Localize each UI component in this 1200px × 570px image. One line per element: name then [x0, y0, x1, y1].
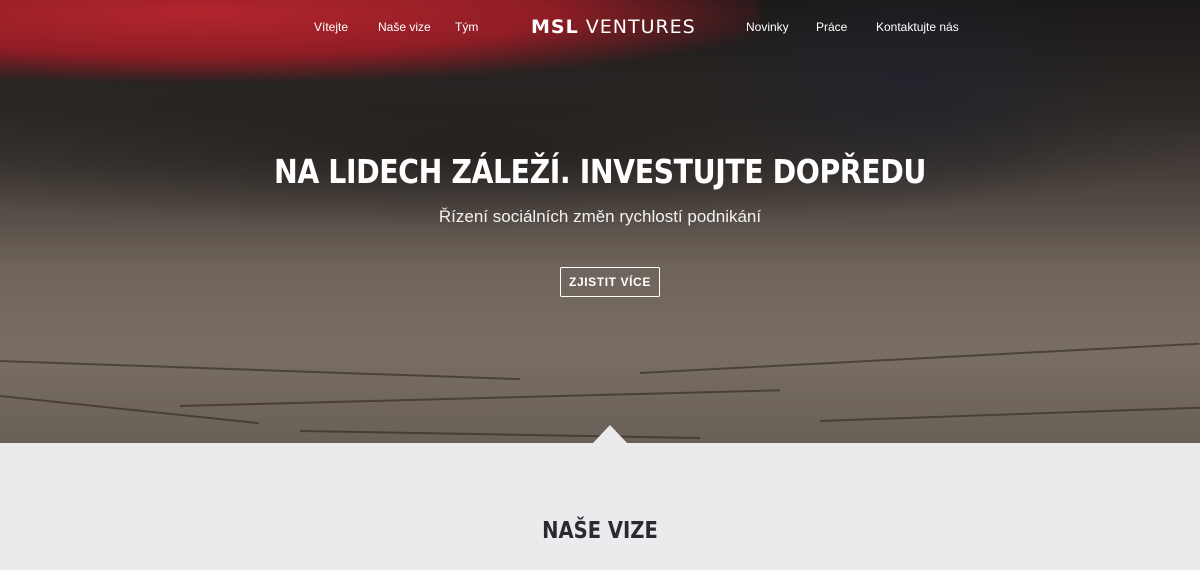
hero-subtitle: Řízení sociálních změn rychlostí podniká…	[438, 207, 762, 226]
nav-link-vitejte[interactable]: Vítejte	[314, 20, 348, 34]
pavement-crack	[299, 430, 700, 439]
nav-link-prace[interactable]: Práce	[816, 20, 847, 34]
pavement-crack	[0, 360, 520, 381]
pavement-crack	[819, 406, 1200, 422]
pavement-crack	[0, 395, 259, 425]
pavement-crack	[179, 389, 780, 407]
brand-logo[interactable]: MSL VENTURES	[531, 16, 695, 40]
hero-title: NA LIDECH ZÁLEŽÍ. INVESTUJTE DOPŘEDU	[273, 152, 926, 191]
section-pointer-arrow	[593, 425, 627, 443]
nav-link-novinky[interactable]: Novinky	[746, 20, 789, 34]
hero-background-red-train	[0, 0, 760, 80]
pavement-crack	[639, 342, 1200, 374]
nav-link-nase-vize[interactable]: Naše vize	[378, 20, 431, 34]
learn-more-button[interactable]: ZJISTIT VÍCE	[560, 267, 660, 297]
brand-logo-strong: MSL	[531, 16, 579, 38]
section-title-nase-vize: NAŠE VIZE	[542, 518, 658, 544]
nav-link-kontaktujte-nas[interactable]: Kontaktujte nás	[876, 20, 959, 34]
nav-link-tym[interactable]: Tým	[455, 20, 478, 34]
brand-logo-light: VENTURES	[585, 16, 696, 38]
